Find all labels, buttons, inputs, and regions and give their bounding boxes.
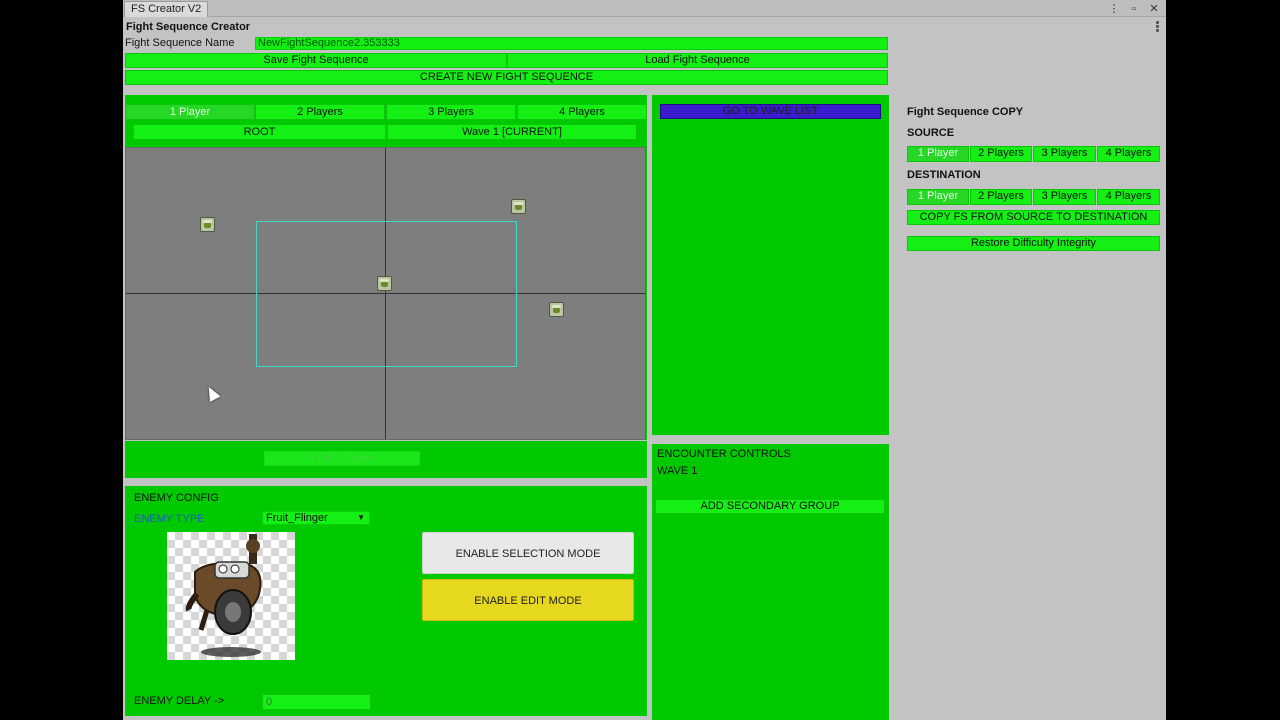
create-new-fight-sequence-button[interactable]: CREATE NEW FIGHT SEQUENCE (125, 70, 888, 85)
tab-1-player[interactable]: 1 Player (125, 104, 255, 120)
window-controls: ⋮ ▫ ✕ (1108, 1, 1160, 16)
go-to-wave-list-button[interactable]: GO TO WAVE LIST (660, 104, 881, 119)
encounter-controls-panel (652, 444, 889, 720)
enemy-delay-input[interactable]: 0 (262, 694, 371, 710)
load-fight-sequence-button[interactable]: Load Fight Sequence (507, 53, 888, 68)
enemy-marker-icon[interactable] (549, 302, 564, 317)
menu-icon[interactable]: ⋮ (1108, 2, 1120, 15)
copy-fs-button[interactable]: COPY FS FROM SOURCE TO DESTINATION (907, 210, 1160, 225)
tab-2-players[interactable]: 2 Players (255, 104, 385, 120)
current-wave-button[interactable]: Wave 1 [CURRENT] (387, 124, 637, 140)
page-title: Fight Sequence Creator (126, 21, 251, 33)
destination-tab-4-players[interactable]: 4 Players (1097, 189, 1160, 205)
kebab-menu-icon[interactable] (1155, 20, 1160, 32)
enemy-delay-label: ENEMY DELAY -> (134, 695, 225, 707)
fight-sequence-name-input[interactable]: NewFightSequence2.353333 (255, 37, 888, 50)
destination-tab-1-player[interactable]: 1 Player (907, 189, 969, 205)
copy-panel-title: Fight Sequence COPY (907, 106, 1024, 118)
mouse-cursor-icon (203, 384, 221, 402)
selected-enemy-button[interactable]: Fruit_Flinger (264, 451, 420, 466)
fs-creator-window: FS Creator V2 ⋮ ▫ ✕ Fight Sequence Creat… (123, 0, 1166, 720)
close-icon[interactable]: ✕ (1148, 2, 1160, 15)
name-label: Fight Sequence Name (125, 37, 235, 49)
window-titlebar: FS Creator V2 ⋮ ▫ ✕ (123, 0, 1166, 17)
enemy-type-select[interactable]: Fruit_Flinger ▼ (262, 511, 370, 525)
destination-tab-3-players[interactable]: 3 Players (1033, 189, 1096, 205)
wave-number-label: WAVE 1 (657, 465, 698, 477)
enable-selection-mode-button[interactable]: ENABLE SELECTION MODE (422, 532, 634, 574)
enable-edit-mode-button[interactable]: ENABLE EDIT MODE (422, 579, 634, 621)
destination-tab-2-players[interactable]: 2 Players (970, 189, 1032, 205)
enemy-config-title: ENEMY CONFIG (134, 492, 219, 504)
player-tabs: 1 Player 2 Players 3 Players 4 Players (125, 104, 647, 120)
enemy-marker-icon[interactable] (511, 199, 526, 214)
tab-3-players[interactable]: 3 Players (386, 104, 516, 120)
restore-difficulty-integrity-button[interactable]: Restore Difficulty Integrity (907, 236, 1160, 251)
destination-label: DESTINATION (907, 169, 981, 181)
fruit-flinger-sprite-icon (185, 534, 262, 657)
encounter-controls-title: ENCOUNTER CONTROLS (657, 448, 791, 460)
enemy-marker-icon[interactable] (200, 217, 215, 232)
screen-bounds-frame (256, 221, 517, 367)
root-button[interactable]: ROOT (133, 124, 386, 140)
add-secondary-group-button[interactable]: ADD SECONDARY GROUP (655, 499, 885, 514)
chevron-down-icon: ▼ (357, 513, 365, 522)
maximize-icon[interactable]: ▫ (1128, 3, 1140, 15)
save-fight-sequence-button[interactable]: Save Fight Sequence (125, 53, 507, 68)
enemy-marker-icon[interactable] (377, 276, 392, 291)
source-tab-1-player[interactable]: 1 Player (907, 146, 969, 162)
wave-list-panel (652, 95, 889, 435)
source-tab-4-players[interactable]: 4 Players (1097, 146, 1160, 162)
source-label: SOURCE (907, 127, 955, 139)
source-tab-3-players[interactable]: 3 Players (1033, 146, 1096, 162)
enemy-portrait (167, 532, 295, 660)
wave-canvas[interactable] (125, 147, 646, 440)
source-tab-2-players[interactable]: 2 Players (970, 146, 1032, 162)
tab-4-players[interactable]: 4 Players (517, 104, 647, 120)
enemy-type-value: Fruit_Flinger (266, 512, 328, 524)
enemy-type-label: ENEMY TYPE (134, 513, 205, 525)
window-tab[interactable]: FS Creator V2 (124, 1, 209, 17)
